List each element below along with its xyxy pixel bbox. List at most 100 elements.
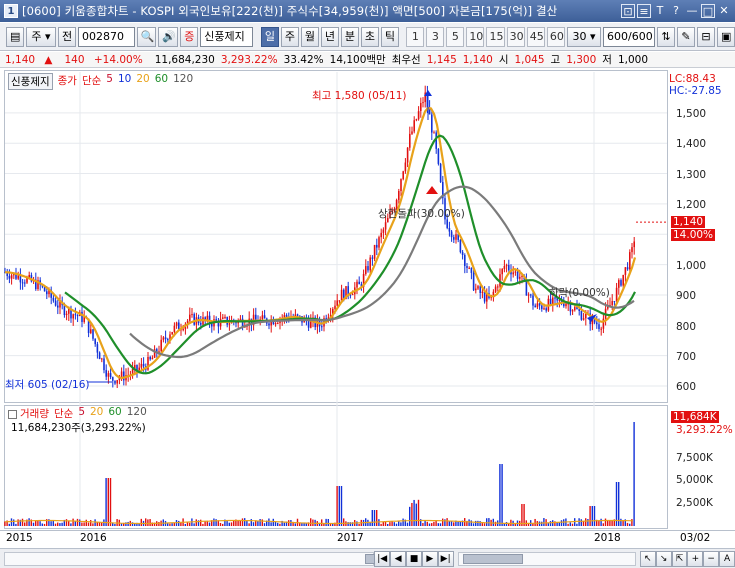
volume-bar xyxy=(215,519,217,526)
font-icon[interactable]: A xyxy=(719,550,735,567)
first-button[interactable]: |◀ xyxy=(374,550,391,567)
candle-body xyxy=(173,325,176,333)
legend-vol-ma60[interactable]: 60 xyxy=(108,406,121,421)
volume-bar xyxy=(195,519,197,526)
volume-bar xyxy=(411,502,413,526)
candle-body xyxy=(464,254,466,267)
vol-tick-2500: 2,500K xyxy=(676,497,713,509)
prev-page-button[interactable]: ◀ xyxy=(390,550,407,567)
zoom-in-arrow-icon[interactable]: ↖ xyxy=(639,550,656,567)
legend-simple[interactable]: 단순 xyxy=(82,73,101,90)
volume-bar xyxy=(83,522,85,526)
volume-bar xyxy=(629,523,631,526)
legend-ma10[interactable]: 10 xyxy=(118,73,131,90)
candle-body xyxy=(613,301,616,303)
volume-bar xyxy=(252,522,255,526)
candle-body xyxy=(17,275,19,279)
volume-bar xyxy=(384,521,387,526)
volume-bar xyxy=(39,521,41,526)
zoom-track[interactable] xyxy=(457,551,636,566)
candle-body xyxy=(519,276,521,279)
volume-checkbox[interactable] xyxy=(8,409,17,419)
candle-body xyxy=(527,294,530,296)
volume-bar xyxy=(424,521,426,526)
candle-body xyxy=(8,275,11,279)
volume-bar xyxy=(492,518,494,526)
stop-button[interactable]: ■ xyxy=(406,550,422,567)
volume-bar xyxy=(415,503,417,526)
y-tick-600: 600 xyxy=(676,381,697,393)
volume-bar xyxy=(244,518,246,526)
volume-bar xyxy=(448,521,450,526)
legend-close[interactable]: 종가 xyxy=(58,73,77,90)
minus-button[interactable]: − xyxy=(703,550,720,567)
volume-bar xyxy=(378,519,380,526)
volume-bar xyxy=(382,522,384,526)
legend-ma60[interactable]: 60 xyxy=(155,73,168,90)
fit-icon[interactable]: ⇱ xyxy=(671,550,688,567)
candle-body xyxy=(373,244,376,259)
volume-bar xyxy=(288,520,290,526)
lc-value: LC:88.43 xyxy=(669,73,716,85)
y-tick-700: 700 xyxy=(676,351,697,363)
scroll-thumb[interactable] xyxy=(365,553,375,564)
volume-bar xyxy=(120,523,123,526)
volume-bar xyxy=(615,482,618,526)
plus-button[interactable]: + xyxy=(687,550,704,567)
candle-body xyxy=(536,303,539,308)
candle-body xyxy=(356,281,358,288)
volume-bar xyxy=(373,510,376,526)
legend-ma5[interactable]: 5 xyxy=(106,73,113,90)
candle-body xyxy=(600,328,602,330)
candle-body xyxy=(376,244,378,248)
candle-body xyxy=(138,367,140,371)
volume-bar xyxy=(481,523,483,526)
legend-vol-ma120[interactable]: 120 xyxy=(127,406,147,421)
candle-body xyxy=(382,229,385,233)
volume-bar xyxy=(257,521,259,526)
candle-body xyxy=(585,313,587,319)
candle-body xyxy=(321,326,323,328)
candle-body xyxy=(477,286,479,289)
volume-bar xyxy=(147,519,149,526)
volume-bar xyxy=(230,522,233,526)
volume-bar xyxy=(626,522,629,526)
volume-bar xyxy=(472,523,475,526)
candle-body xyxy=(21,282,24,284)
volume-bar xyxy=(571,523,574,526)
volume-bar xyxy=(219,522,222,526)
zoom-out-arrow-icon[interactable]: ↘ xyxy=(655,550,672,567)
legend-volume[interactable]: 거래량 xyxy=(20,408,49,420)
volume-bar xyxy=(413,499,415,526)
zoom-thumb[interactable] xyxy=(462,553,523,564)
candle-body xyxy=(74,314,77,316)
candle-body xyxy=(224,316,226,318)
candle-body xyxy=(455,234,457,240)
candle-body xyxy=(98,352,101,360)
volume-bar xyxy=(560,520,563,526)
legend-vol-ma20[interactable]: 20 xyxy=(90,406,103,421)
annotation-fall: 하락(0.00%) xyxy=(549,287,610,299)
next-page-button[interactable]: ▶ xyxy=(421,550,438,567)
volume-bar xyxy=(101,522,103,526)
legend-ma120[interactable]: 120 xyxy=(173,73,193,90)
volume-bar xyxy=(558,522,560,526)
volume-bar xyxy=(501,464,503,526)
volume-bar xyxy=(428,523,431,526)
volume-bar xyxy=(59,523,61,526)
volume-bar xyxy=(376,510,378,526)
legend-ma20[interactable]: 20 xyxy=(136,73,149,90)
last-button[interactable]: ▶| xyxy=(437,550,454,567)
stock-name-box[interactable]: 신풍제지 xyxy=(8,73,53,90)
volume-bar xyxy=(371,510,373,526)
legend-vol-simple[interactable]: 단순 xyxy=(54,406,73,421)
candle-body xyxy=(178,322,180,330)
candle-body xyxy=(162,337,165,340)
min-price-label: 최저 605 (02/16) xyxy=(5,379,90,391)
scroll-track[interactable] xyxy=(4,551,375,566)
volume-bar xyxy=(600,518,602,526)
legend-vol-ma5[interactable]: 5 xyxy=(78,406,85,421)
volume-bar xyxy=(259,519,261,526)
volume-bar xyxy=(327,518,329,526)
volume-bar xyxy=(607,520,609,526)
